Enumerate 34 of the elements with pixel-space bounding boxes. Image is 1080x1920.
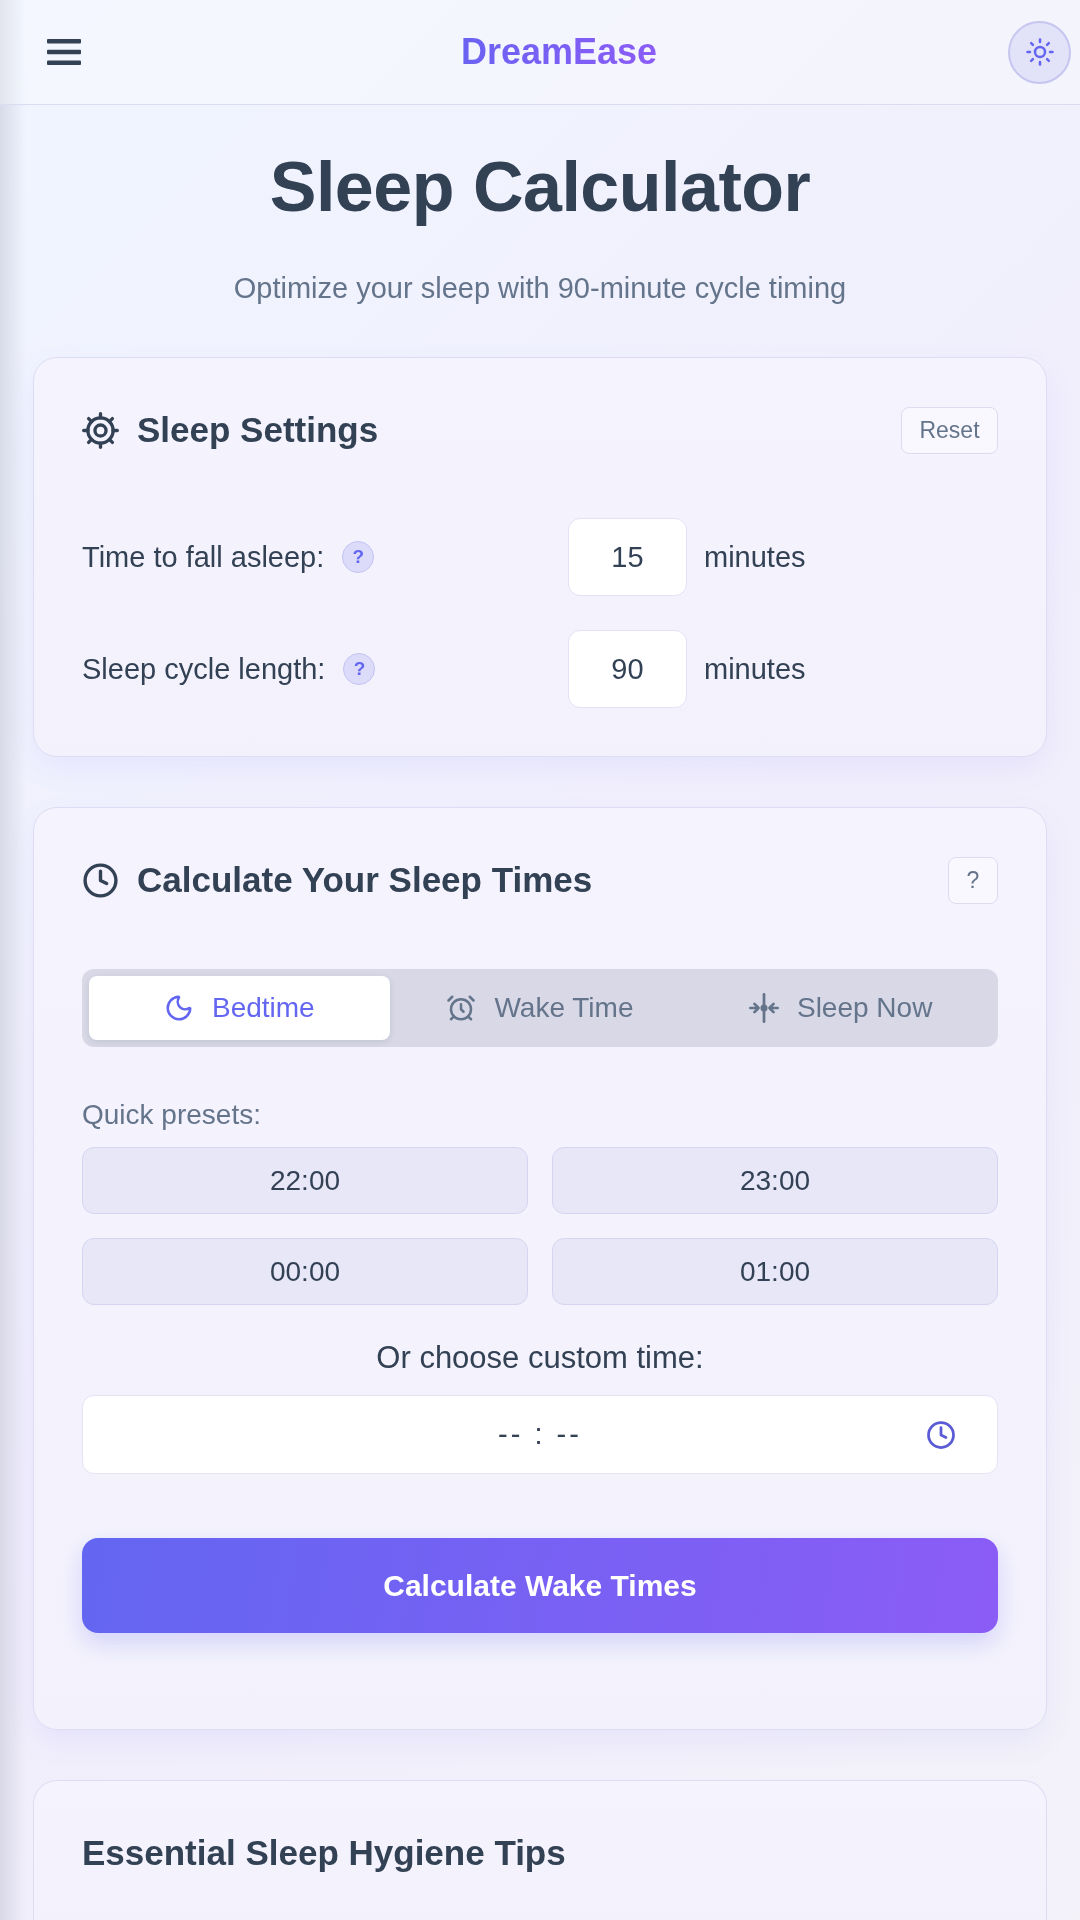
field-label: Time to fall asleep: <box>82 540 325 575</box>
page-title: Sleep Calculator <box>269 147 811 227</box>
card-title: Sleep Settings <box>137 409 379 451</box>
clock-icon[interactable] <box>926 1420 956 1450</box>
preset-time-button[interactable]: 23:00 <box>552 1147 998 1214</box>
help-button[interactable]: ? <box>343 653 376 685</box>
help-button[interactable]: ? <box>342 541 375 573</box>
reset-button[interactable]: Reset <box>901 406 998 454</box>
help-button[interactable]: ? <box>948 856 998 904</box>
sun-icon <box>1024 37 1055 67</box>
time-input[interactable]: -- : -- <box>82 1395 998 1474</box>
card-title: Essential Sleep Hygiene Tips <box>82 1832 566 1874</box>
clock-icon <box>82 861 119 899</box>
calculate-button[interactable]: Calculate Wake Times <box>82 1538 998 1633</box>
mode-tab[interactable]: Sleep Now <box>690 976 991 1040</box>
unit-label: minutes <box>704 652 807 687</box>
unit-label: minutes <box>704 540 807 575</box>
card-title: Calculate Your Sleep Times <box>137 859 593 901</box>
menu-button[interactable] <box>47 38 81 66</box>
preset-time-button[interactable]: 01:00 <box>552 1238 998 1305</box>
number-input[interactable]: 15 <box>568 518 687 596</box>
alarm-clock-icon <box>446 993 477 1023</box>
page-subtitle: Optimize your sleep with 90-minute cycle timing <box>233 271 847 306</box>
custom-time-label: Or choose custom time: <box>376 1340 704 1376</box>
number-input[interactable]: 90 <box>568 630 687 708</box>
preset-time-button[interactable]: 22:00 <box>82 1147 528 1214</box>
mode-tab[interactable]: Bedtime <box>89 976 390 1040</box>
menu-icon <box>47 38 81 66</box>
gear-icon <box>82 411 119 449</box>
arrows-inward-icon <box>748 993 779 1023</box>
preset-time-button[interactable]: 00:00 <box>82 1238 528 1305</box>
presets-label: Quick presets: <box>82 1098 261 1132</box>
mode-tab[interactable]: Wake Time <box>389 976 691 1040</box>
field-label: Sleep cycle length: <box>82 652 326 687</box>
